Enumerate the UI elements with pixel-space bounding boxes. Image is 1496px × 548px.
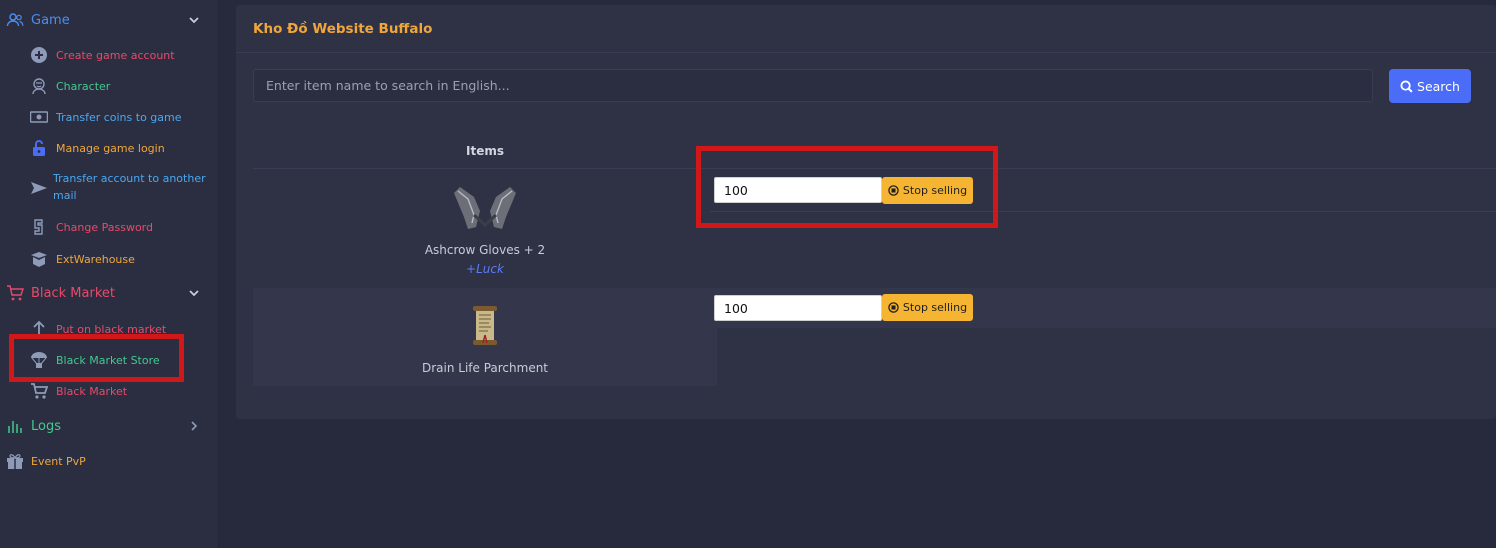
sidebar-item-label: Manage game login (56, 141, 165, 155)
ashcrow-gloves-icon (454, 187, 516, 229)
sidebar-item-character[interactable]: Character (0, 77, 219, 95)
item-option: +Luck (466, 262, 504, 276)
sidebar-section-game[interactable]: Game (0, 7, 219, 33)
chart-bars-icon (8, 421, 22, 433)
unlock-icon (33, 140, 45, 156)
sidebar-section-label: Game (31, 12, 70, 28)
main-panel: Kho Đồ Website Buffalo Search Items Ashc… (236, 5, 1496, 419)
arrow-up-icon (33, 320, 45, 336)
sidebar-section-event-pvp[interactable]: Event PvP (0, 448, 219, 474)
stop-selling-label: Stop selling (902, 184, 968, 197)
sidebar-section-label: Logs (31, 418, 61, 434)
sidebar-item-label: Character (56, 79, 111, 93)
sidebar-section-logs[interactable]: Logs (0, 413, 219, 439)
parachute-box-icon (31, 352, 47, 368)
page-title: Kho Đồ Website Buffalo (253, 21, 433, 37)
gift-icon (7, 454, 23, 469)
sidebar-item-put-on-black-market[interactable]: Put on black market (0, 320, 219, 338)
sidebar-item-label: Black Market (56, 384, 128, 398)
chevron-down-icon (189, 17, 199, 24)
search-button[interactable]: Search (1389, 69, 1471, 103)
stop-circle-icon (888, 185, 899, 196)
sidebar-item-label: Create game account (56, 48, 175, 62)
item-name: Drain Life Parchment (421, 361, 549, 375)
sidebar-item-label: Black Market Store (56, 353, 160, 367)
sidebar-section-label: Black Market (31, 285, 115, 301)
price-input[interactable] (714, 295, 882, 321)
sidebar-item-extwarehouse[interactable]: ExtWarehouse (0, 250, 219, 268)
money-bill-icon (30, 111, 48, 123)
sidebar-item-label: Put on black market (56, 322, 167, 336)
sidebar-item-transfer-coins[interactable]: Transfer coins to game (0, 108, 219, 126)
sidebar-item-transfer-account[interactable]: Transfer account to another mail (0, 170, 219, 204)
table-divider (710, 211, 1496, 212)
table-header-items: Items (466, 144, 504, 158)
cart-icon (7, 285, 24, 301)
panel-header: Kho Đồ Website Buffalo (236, 5, 1496, 53)
key-icon (34, 219, 43, 235)
item-name: Ashcrow Gloves + 2 (424, 243, 546, 257)
chevron-down-icon (189, 290, 199, 297)
search-icon (1400, 79, 1413, 93)
users-icon (6, 13, 24, 27)
stop-selling-button[interactable]: Stop selling (882, 294, 973, 321)
sidebar-item-label: Transfer coins to game (56, 110, 182, 124)
sidebar-section-label: Event PvP (31, 454, 86, 468)
sidebar: Game Create game account Character Trans… (0, 0, 219, 548)
sidebar-item-create-game-account[interactable]: Create game account (0, 46, 219, 64)
send-icon (31, 182, 47, 194)
plus-circle-icon (31, 47, 47, 63)
search-button-label: Search (1417, 78, 1460, 94)
sidebar-item-black-market-store[interactable]: Black Market Store (0, 351, 219, 369)
sidebar-item-label: ExtWarehouse (56, 252, 135, 266)
sidebar-item-label: Transfer account to another mail (53, 172, 206, 202)
parchment-icon (473, 306, 497, 345)
stop-selling-button[interactable]: Stop selling (882, 177, 973, 204)
stop-selling-label: Stop selling (902, 301, 968, 314)
price-input[interactable] (714, 177, 882, 203)
table-divider (253, 168, 1496, 169)
chevron-right-icon (191, 421, 198, 431)
cart-plus-icon (31, 383, 48, 399)
sidebar-section-black-market[interactable]: Black Market (0, 280, 219, 306)
sidebar-item-black-market[interactable]: Black Market (0, 382, 219, 400)
box-open-icon (31, 252, 47, 267)
sidebar-item-manage-game-login[interactable]: Manage game login (0, 139, 219, 157)
stop-circle-icon (888, 302, 899, 313)
search-input[interactable] (253, 69, 1373, 102)
character-icon (32, 78, 46, 95)
sidebar-item-change-password[interactable]: Change Password (0, 218, 219, 236)
sidebar-item-label: Change Password (56, 220, 153, 234)
